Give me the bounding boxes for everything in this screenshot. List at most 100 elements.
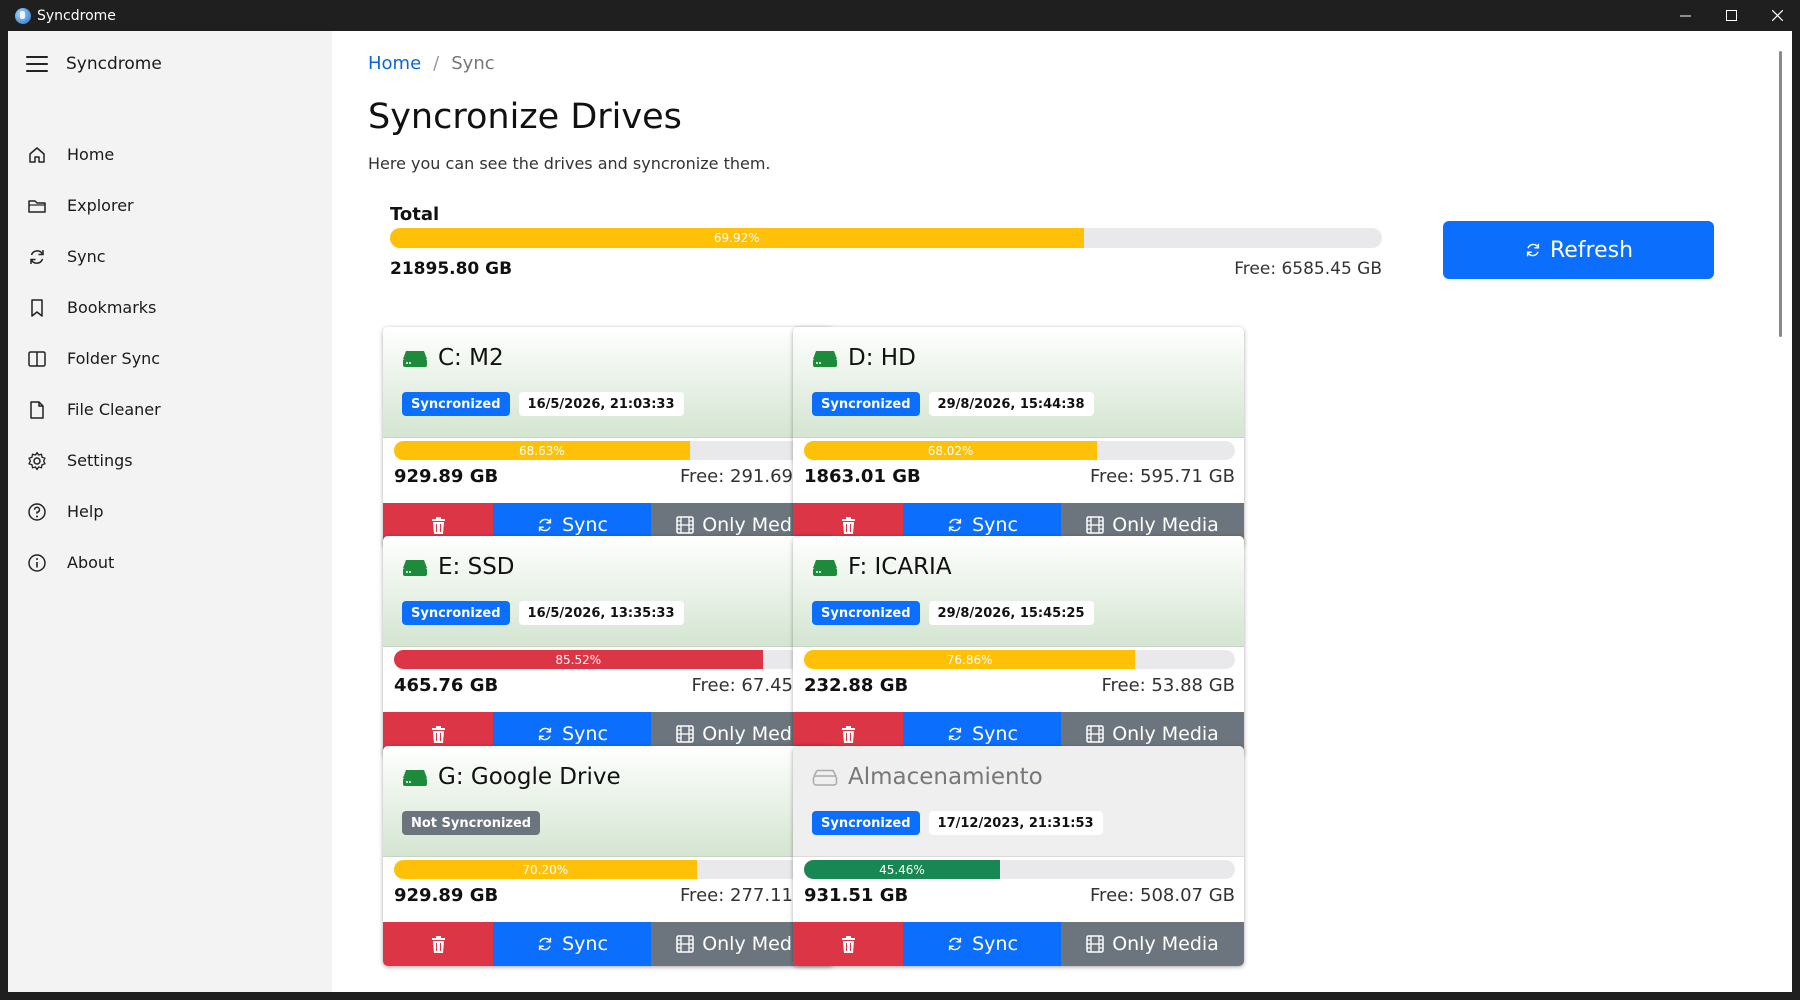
sidebar-item-settings[interactable]: Settings xyxy=(8,435,332,486)
hard-drive-icon xyxy=(403,560,427,576)
drive-free: Free: 595.71 GB xyxy=(1090,466,1235,487)
sync-button-label: Sync xyxy=(562,933,608,955)
page-title: Syncronize Drives xyxy=(368,97,682,137)
drive-size: 931.51 GB xyxy=(804,885,909,906)
total-size: 21895.80 GB xyxy=(390,259,513,279)
drive-progress-fill: 68.02% xyxy=(804,441,1098,460)
hard-drive-icon xyxy=(812,769,838,786)
title-bar[interactable]: Syncdrome xyxy=(0,0,1800,31)
breadcrumb-home-link[interactable]: Home xyxy=(368,53,421,74)
total-label: Total xyxy=(390,204,440,225)
sync-status-badge: Syncronized xyxy=(812,811,920,835)
sidebar-item-sync[interactable]: Sync xyxy=(8,231,332,282)
drive-progress-fill: 45.46% xyxy=(804,860,1000,879)
sync-icon xyxy=(538,937,552,951)
sidebar-item-folder-sync[interactable]: Folder Sync xyxy=(8,333,332,384)
only-media-button-label: Only Media xyxy=(1112,514,1219,536)
sidebar-item-label: About xyxy=(67,553,115,572)
drive-progress-fill: 68.63% xyxy=(394,441,690,460)
sync-button-label: Sync xyxy=(972,723,1018,745)
drive-progress-bar: 45.46% xyxy=(804,860,1235,879)
minimize-icon xyxy=(1679,15,1691,17)
help-icon xyxy=(26,501,48,523)
sidebar-item-label: File Cleaner xyxy=(67,400,161,419)
total-free: Free: 6585.45 GB xyxy=(1234,259,1382,279)
film-icon xyxy=(1086,516,1104,534)
delete-button[interactable] xyxy=(383,922,493,966)
file-icon xyxy=(26,399,48,421)
total-progress-bar: 69.92% xyxy=(390,228,1382,248)
sidebar-item-label: Home xyxy=(67,145,115,164)
drive-name: G: Google Drive xyxy=(438,764,621,790)
trash-icon xyxy=(431,935,445,953)
sidebar-item-bookmarks[interactable]: Bookmarks xyxy=(8,282,332,333)
film-icon xyxy=(1086,935,1104,953)
refresh-button[interactable]: Refresh xyxy=(1443,221,1714,279)
sidebar-item-label: Sync xyxy=(67,247,106,266)
last-sync-timestamp: 16/5/2026, 21:03:33 xyxy=(518,392,684,416)
last-sync-timestamp: 29/8/2026, 15:45:25 xyxy=(928,601,1094,625)
drive-badges: Syncronized 16/5/2026, 13:35:33 xyxy=(402,601,684,625)
breadcrumb: Home / Sync xyxy=(368,53,495,74)
drive-card: Almacenamiento Syncronized 17/12/2023, 2… xyxy=(793,746,1244,966)
total-progress-fill: 69.92% xyxy=(390,228,1084,248)
close-icon xyxy=(1771,10,1783,21)
drive-size: 929.89 GB xyxy=(394,466,499,487)
only-media-button[interactable]: Only Media xyxy=(1061,922,1244,966)
film-icon xyxy=(676,935,694,953)
drive-stats: 929.89 GB Free: 291.69 GB xyxy=(394,466,825,487)
drive-progress-bar: 70.20% xyxy=(394,860,825,879)
folder-icon xyxy=(26,195,48,217)
hamburger-menu-icon[interactable] xyxy=(26,56,48,72)
scrollbar[interactable] xyxy=(1779,51,1782,337)
drive-size: 1863.01 GB xyxy=(804,466,921,487)
drive-badges: Syncronized 16/5/2026, 21:03:33 xyxy=(402,392,684,416)
sync-status-badge: Syncronized xyxy=(812,392,920,416)
drive-card-header: G: Google Drive Not Syncronized xyxy=(383,746,834,857)
hard-drive-icon xyxy=(403,351,427,367)
sync-status-badge: Not Syncronized xyxy=(402,811,541,835)
hard-drive-icon xyxy=(403,770,427,786)
drive-size: 232.88 GB xyxy=(804,675,909,696)
sync-button[interactable]: Sync xyxy=(493,922,651,966)
sidebar-item-explorer[interactable]: Explorer xyxy=(8,180,332,231)
only-media-button-label: Only Media xyxy=(1112,933,1219,955)
last-sync-timestamp: 29/8/2026, 15:44:38 xyxy=(928,392,1094,416)
refresh-icon xyxy=(1526,243,1540,257)
sync-status-badge: Syncronized xyxy=(812,601,920,625)
sync-button-label: Sync xyxy=(972,514,1018,536)
hard-drive-icon xyxy=(813,351,837,367)
drive-stats: 232.88 GB Free: 53.88 GB xyxy=(804,675,1235,696)
drive-free: Free: 508.07 GB xyxy=(1090,885,1235,906)
maximize-button[interactable] xyxy=(1708,0,1754,31)
drive-badges: Syncronized 29/8/2026, 15:45:25 xyxy=(812,601,1094,625)
minimize-button[interactable] xyxy=(1662,0,1708,31)
delete-button[interactable] xyxy=(793,922,903,966)
page-subtitle: Here you can see the drives and syncroni… xyxy=(368,154,771,173)
drive-progress-bar: 68.02% xyxy=(804,441,1235,460)
app-window: Syncdrome Syncdrome Home Explorer Sync B… xyxy=(0,0,1800,1000)
sidebar-item-home[interactable]: Home xyxy=(8,129,332,180)
drive-actions: Sync Only Media xyxy=(383,922,834,966)
sync-status-badge: Syncronized xyxy=(402,392,510,416)
drive-card-header: F: ICARIA Syncronized 29/8/2026, 15:45:2… xyxy=(793,536,1244,647)
close-button[interactable] xyxy=(1754,0,1800,31)
trash-icon xyxy=(841,935,855,953)
sync-button[interactable]: Sync xyxy=(903,922,1061,966)
sidebar-item-label: Folder Sync xyxy=(67,349,161,368)
drive-title: F: ICARIA xyxy=(812,554,952,580)
drive-badges: Syncronized 29/8/2026, 15:44:38 xyxy=(812,392,1094,416)
sync-button-label: Sync xyxy=(972,933,1018,955)
drive-title: G: Google Drive xyxy=(402,764,621,790)
drive-stats: 465.76 GB Free: 67.45 GB xyxy=(394,675,825,696)
drive-name: D: HD xyxy=(848,345,916,371)
sidebar-item-help[interactable]: Help xyxy=(8,486,332,537)
sidebar-item-about[interactable]: About xyxy=(8,537,332,588)
gear-icon xyxy=(26,450,48,472)
total-storage: Total 69.92% 21895.80 GB Free: 6585.45 G… xyxy=(390,204,1382,279)
drive-progress-bar: 76.86% xyxy=(804,650,1235,669)
last-sync-timestamp: 17/12/2023, 21:31:53 xyxy=(928,811,1103,835)
sidebar-item-file-cleaner[interactable]: File Cleaner xyxy=(8,384,332,435)
sidebar-item-label: Settings xyxy=(67,451,133,470)
sync-icon xyxy=(538,518,552,532)
